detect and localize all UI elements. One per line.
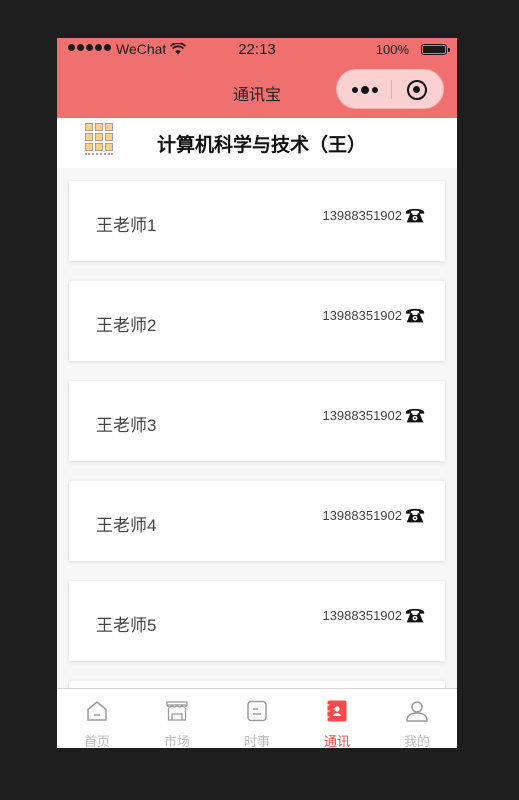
contact-name: 王老师4 <box>96 516 157 535</box>
contact-card[interactable]: 王老师1 13988351902 <box>69 181 445 261</box>
contact-list: 王老师1 13988351902 王老师2 13988351902 王老师3 1… <box>69 181 445 688</box>
contact-name: 王老师1 <box>96 216 157 235</box>
telephone-icon[interactable] <box>404 604 426 626</box>
tab-label: 首页 <box>83 734 110 748</box>
main-content[interactable]: 计算机科学与技术（王） 王老师1 13988351902 王老师2 139883… <box>57 118 457 688</box>
tab-mine[interactable]: 我的 <box>377 689 457 748</box>
contact-card[interactable]: 王老师3 13988351902 <box>69 381 445 461</box>
tab-label: 时事 <box>243 734 270 748</box>
contact-phone: 13988351902 <box>322 208 402 223</box>
status-bar: WeChat 22:13 100% <box>57 38 457 62</box>
telephone-icon[interactable] <box>404 304 426 326</box>
tab-label: 市场 <box>163 734 190 748</box>
user-icon <box>406 701 428 722</box>
contact-name: 王老师5 <box>96 616 157 635</box>
close-target-icon[interactable] <box>407 80 427 100</box>
contact-card[interactable]: 王老师4 13988351902 <box>69 481 445 561</box>
more-icon[interactable] <box>348 83 382 97</box>
phone-screen: WeChat 22:13 100% 通讯宝 计算机科学与技术（王） 王老师1 1… <box>57 38 457 748</box>
news-icon <box>247 700 267 722</box>
battery-icon <box>421 44 450 55</box>
contact-phone: 13988351902 <box>322 608 402 623</box>
tab-label: 通讯 <box>323 734 350 748</box>
department-header: 计算机科学与技术（王） <box>57 118 457 168</box>
telephone-icon[interactable] <box>404 204 426 226</box>
tab-market[interactable]: 市场 <box>137 689 217 748</box>
contact-card[interactable]: 王老师2 13988351902 <box>69 281 445 361</box>
tab-news[interactable]: 时事 <box>217 689 297 748</box>
contact-card-partial[interactable] <box>69 681 445 688</box>
capsule-divider <box>391 80 392 99</box>
telephone-icon[interactable] <box>404 504 426 526</box>
battery-percentage: 100% <box>375 42 409 57</box>
home-icon <box>87 701 107 721</box>
mini-program-capsule <box>336 69 444 109</box>
contact-card[interactable]: 王老师5 13988351902 <box>69 581 445 661</box>
contact-name: 王老师2 <box>96 316 157 335</box>
shop-icon <box>166 701 188 721</box>
tab-home[interactable]: 首页 <box>57 689 137 748</box>
contact-phone: 13988351902 <box>322 308 402 323</box>
bottom-tab-bar: 首页 市场 时事 通讯 我的 <box>57 688 457 748</box>
navigation-bar: 通讯宝 <box>57 62 457 118</box>
contact-name: 王老师3 <box>96 416 157 435</box>
contacts-icon <box>327 700 347 722</box>
department-title: 计算机科学与技术（王） <box>157 135 367 156</box>
contact-phone: 13988351902 <box>322 508 402 523</box>
tab-label: 我的 <box>403 734 430 748</box>
tab-contacts[interactable]: 通讯 <box>297 689 377 748</box>
contact-phone: 13988351902 <box>322 408 402 423</box>
telephone-icon[interactable] <box>404 404 426 426</box>
grid-icon[interactable] <box>85 123 113 157</box>
